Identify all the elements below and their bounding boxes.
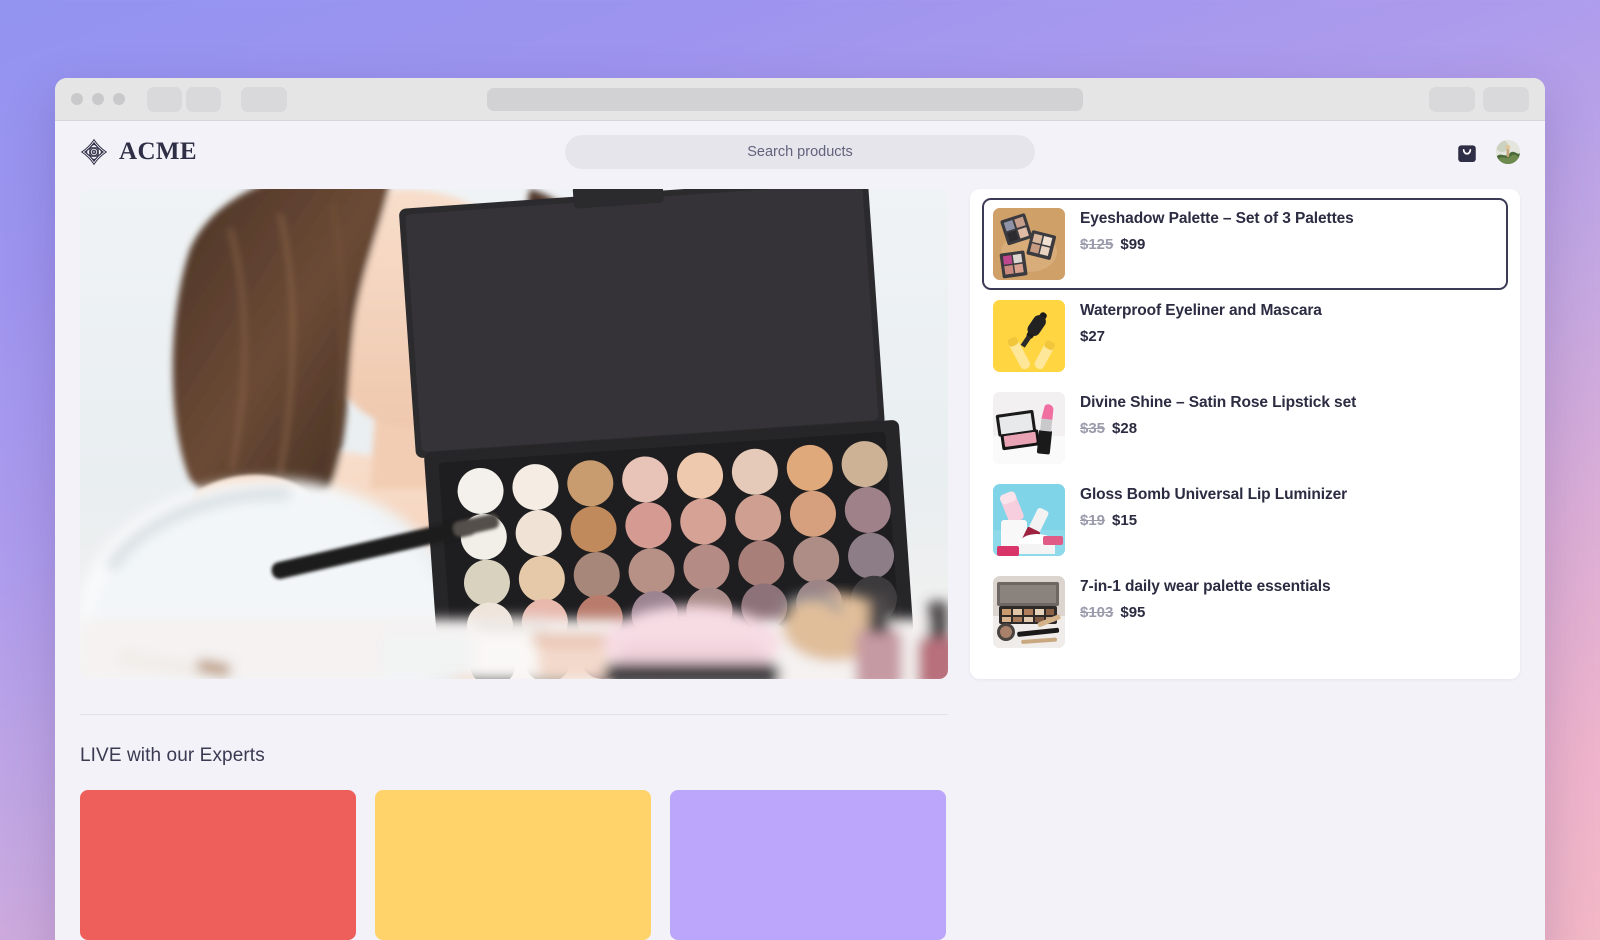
browser-toolbar-right	[1429, 86, 1529, 112]
product-list: Eyeshadow Palette – Set of 3 Palettes $12…	[982, 198, 1508, 679]
main-content: LIVE with our Experts Eyeshadow Palette …	[55, 183, 1545, 940]
acme-emblem-icon	[80, 138, 108, 166]
product-list-item[interactable]: Waterproof Eyeliner and Mascara $27	[982, 290, 1508, 382]
product-info: 7-in-1 daily wear palette essentials $103…	[1080, 576, 1331, 621]
avatar-photo	[1496, 140, 1520, 164]
forward-button[interactable]	[186, 86, 221, 112]
product-price-row: $19 $15	[1080, 512, 1347, 529]
live-card[interactable]	[375, 790, 651, 940]
left-column: LIVE with our Experts	[80, 183, 948, 940]
product-price-row: $103 $95	[1080, 604, 1331, 621]
traffic-lights	[71, 93, 125, 105]
product-name: 7-in-1 daily wear palette essentials	[1080, 578, 1331, 595]
product-info: Divine Shine – Satin Rose Lipstick set $3…	[1080, 392, 1356, 437]
product-name: FRESH – Rose Deep	[1080, 670, 1229, 679]
product-list-item[interactable]: FRESH – Rose Deep	[982, 658, 1508, 679]
product-price-row: $125 $99	[1080, 236, 1354, 253]
maximize-window-button[interactable]	[113, 93, 125, 105]
product-current-price: $95	[1120, 603, 1146, 621]
product-list-panel: Eyeshadow Palette – Set of 3 Palettes $12…	[970, 189, 1520, 679]
product-current-price: $27	[1080, 327, 1106, 345]
product-thumbnail	[993, 300, 1065, 372]
product-info: Gloss Bomb Universal Lip Luminizer $19 $15	[1080, 484, 1347, 529]
search-bar-wrapper	[55, 135, 1545, 169]
product-thumbnail	[993, 392, 1065, 464]
product-thumbnail	[993, 668, 1065, 679]
product-list-item[interactable]: Divine Shine – Satin Rose Lipstick set $3…	[982, 382, 1508, 474]
live-cards-grid	[80, 790, 948, 940]
product-current-price: $28	[1112, 419, 1138, 437]
right-column: Eyeshadow Palette – Set of 3 Palettes $12…	[970, 183, 1520, 940]
brand-logo[interactable]: ACME	[80, 138, 197, 166]
product-thumbnail	[993, 576, 1065, 648]
hero-video[interactable]	[80, 189, 948, 679]
profile-button[interactable]	[1483, 86, 1529, 112]
site-header: ACME	[55, 121, 1545, 183]
product-name: Divine Shine – Satin Rose Lipstick set	[1080, 394, 1357, 411]
product-info: FRESH – Rose Deep	[1080, 668, 1228, 679]
product-name: Eyeshadow Palette – Set of 3 Palettes	[1080, 210, 1354, 227]
product-name: Gloss Bomb Universal Lip Luminizer	[1080, 486, 1348, 503]
browser-chrome-bar	[55, 78, 1545, 121]
product-original-price: $103	[1080, 603, 1114, 621]
product-list-item[interactable]: 7-in-1 daily wear palette essentials $103…	[982, 566, 1508, 658]
product-info: Waterproof Eyeliner and Mascara $27	[1080, 300, 1322, 345]
brand-name: ACME	[119, 138, 197, 165]
storefront-app: ACME Search products LIVE with our Exper…	[55, 121, 1545, 940]
product-original-price: $125	[1080, 235, 1114, 253]
product-thumbnail	[993, 484, 1065, 556]
product-price-row: $27	[1080, 328, 1322, 345]
live-section-title: LIVE with our Experts	[80, 745, 265, 766]
product-info: Eyeshadow Palette – Set of 3 Palettes $12…	[1080, 208, 1354, 253]
section-divider	[80, 714, 948, 715]
product-original-price: $19	[1080, 511, 1106, 529]
product-current-price: $15	[1112, 511, 1138, 529]
product-list-item[interactable]: Gloss Bomb Universal Lip Luminizer $19 $15	[982, 474, 1508, 566]
product-price-row: $35 $28	[1080, 420, 1356, 437]
avatar[interactable]	[1496, 140, 1520, 164]
product-list-item[interactable]: Eyeshadow Palette – Set of 3 Palettes $12…	[982, 198, 1508, 290]
address-bar[interactable]	[487, 87, 1083, 111]
live-card[interactable]	[670, 790, 946, 940]
extensions-button[interactable]	[1429, 86, 1475, 112]
product-name: Waterproof Eyeliner and Mascara	[1080, 302, 1322, 319]
shopping-bag-icon[interactable]	[1457, 141, 1477, 163]
back-button[interactable]	[147, 86, 182, 112]
live-card[interactable]	[80, 790, 356, 940]
close-window-button[interactable]	[71, 93, 83, 105]
header-actions	[1457, 140, 1520, 164]
reload-button[interactable]	[241, 86, 287, 112]
browser-nav-group	[147, 86, 287, 112]
browser-window: ACME Search products LIVE with our Exper…	[55, 78, 1545, 940]
minimize-window-button[interactable]	[92, 93, 104, 105]
search-input[interactable]	[565, 135, 1035, 169]
product-current-price: $99	[1120, 235, 1146, 253]
product-original-price: $35	[1080, 419, 1106, 437]
hero-image	[80, 189, 948, 679]
product-thumbnail	[993, 208, 1065, 280]
